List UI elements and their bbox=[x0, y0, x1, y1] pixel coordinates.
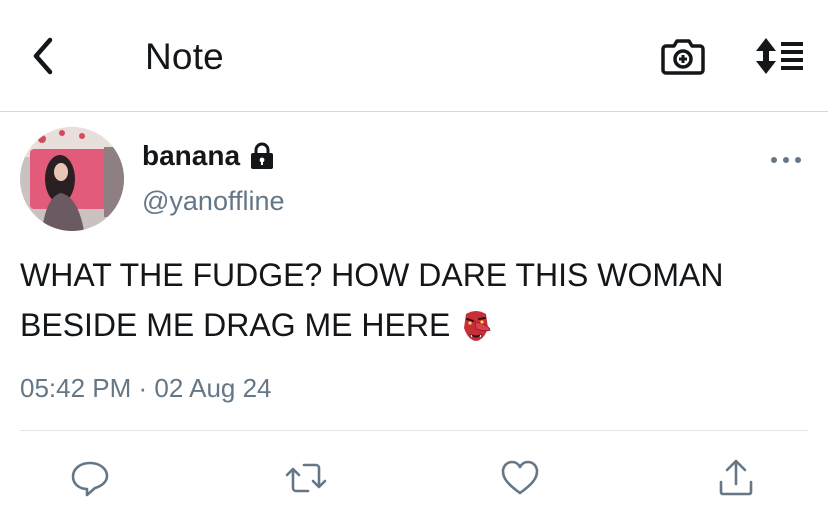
retweet-button[interactable] bbox=[284, 458, 327, 498]
tweet-text: WHAT THE FUDGE? HOW DARE THIS WOMAN BESI… bbox=[20, 250, 820, 350]
tweet: banana @yanoffline WHAT THE FUDGE? HOW D… bbox=[0, 112, 828, 527]
display-name[interactable]: banana bbox=[142, 140, 240, 172]
author-name-row: banana bbox=[142, 140, 276, 172]
divider bbox=[20, 430, 808, 431]
camera-icon bbox=[661, 39, 705, 75]
sort-icon bbox=[756, 38, 803, 74]
more-options-button[interactable] bbox=[768, 150, 804, 170]
share-icon bbox=[719, 459, 753, 496]
heart-icon bbox=[501, 460, 539, 495]
tweet-text-line-content: BESIDE ME DRAG ME HERE bbox=[20, 307, 451, 343]
back-button[interactable] bbox=[26, 34, 66, 78]
profile-photo bbox=[20, 127, 124, 231]
lock-icon bbox=[251, 142, 274, 169]
share-button[interactable] bbox=[716, 458, 756, 498]
camera-button[interactable] bbox=[660, 36, 706, 76]
top-bar: Note bbox=[0, 0, 828, 112]
tweet-text-line-2: BESIDE ME DRAG ME HERE bbox=[20, 300, 820, 350]
tengu-mask-emoji-icon bbox=[464, 311, 491, 341]
sort-button[interactable] bbox=[752, 36, 806, 76]
more-horizontal-icon bbox=[771, 157, 801, 163]
tweet-actions bbox=[0, 452, 828, 502]
retweet-icon bbox=[285, 463, 327, 493]
page-title: Note bbox=[145, 36, 224, 77]
tweet-text-line: WHAT THE FUDGE? HOW DARE THIS WOMAN bbox=[20, 257, 724, 293]
like-button[interactable] bbox=[500, 458, 540, 498]
avatar[interactable] bbox=[20, 127, 124, 231]
tweet-timestamp: 05:42 PM · 02 Aug 24 bbox=[20, 373, 272, 403]
reply-button[interactable] bbox=[70, 458, 110, 498]
chevron-left-icon bbox=[33, 37, 53, 75]
username-handle[interactable]: @yanoffline bbox=[142, 186, 285, 217]
reply-icon bbox=[71, 461, 109, 497]
